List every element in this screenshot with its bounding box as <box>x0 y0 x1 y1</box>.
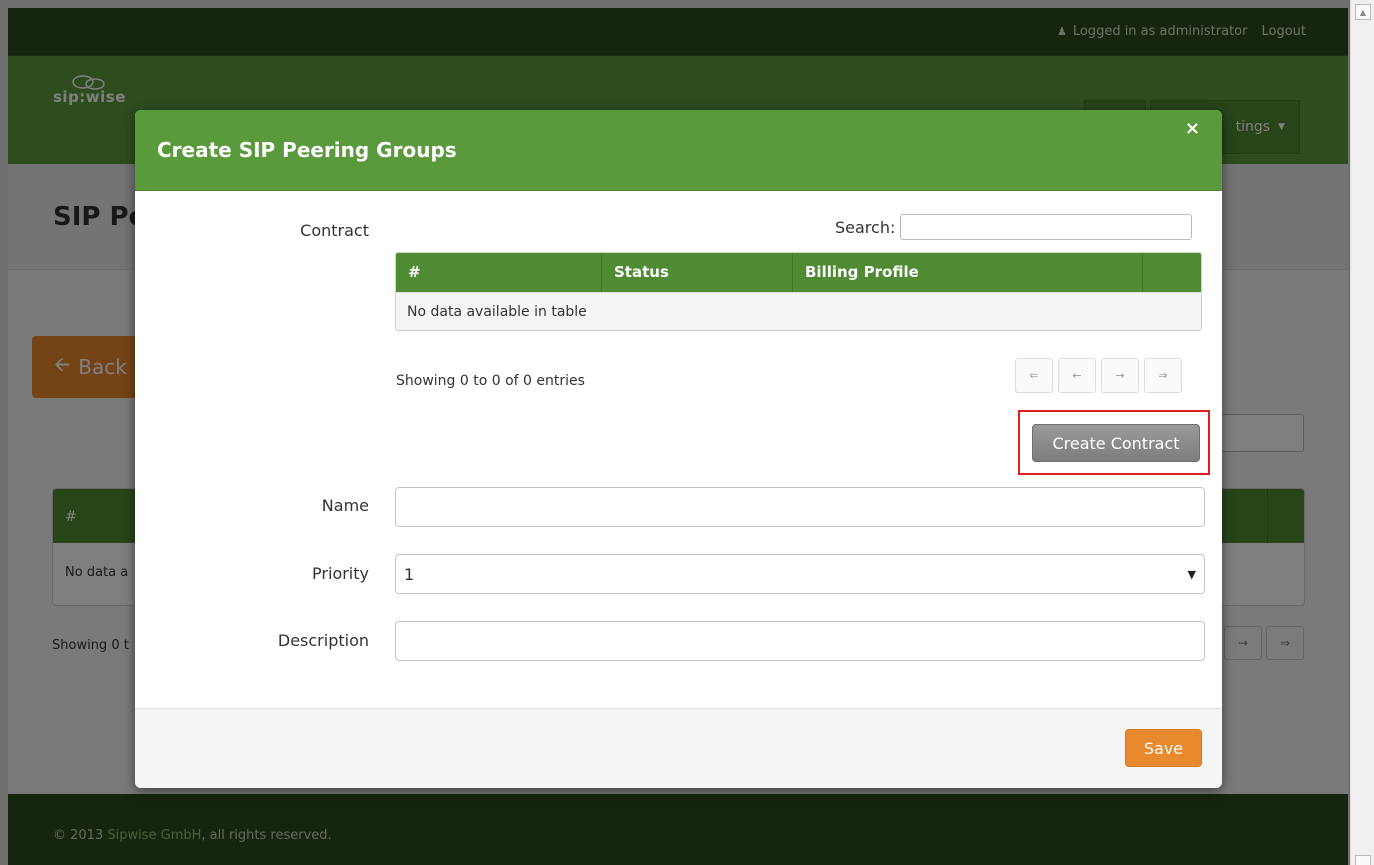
search-label: Search: <box>835 217 896 237</box>
priority-label: Priority <box>312 564 369 583</box>
column-actions <box>1143 253 1201 292</box>
name-field[interactable] <box>395 487 1205 527</box>
column-hash[interactable]: # <box>396 253 602 292</box>
contract-label: Contract <box>300 221 369 240</box>
table-empty-row: No data available in table <box>396 292 1201 330</box>
vertical-scrollbar[interactable]: ▲ <box>1350 0 1374 865</box>
caret-down-icon: ▼ <box>1187 567 1196 581</box>
search-input[interactable] <box>900 214 1193 240</box>
save-button[interactable]: Save <box>1125 729 1202 767</box>
close-icon[interactable]: × <box>1185 118 1200 139</box>
showing-entries-text: Showing 0 to 0 of 0 entries <box>396 373 585 389</box>
scroll-up-icon[interactable]: ▲ <box>1355 4 1371 20</box>
contract-table-header: # Status Billing Profile <box>396 253 1201 292</box>
priority-value: 1 <box>404 564 415 584</box>
create-contract-button[interactable]: Create Contract <box>1032 424 1200 462</box>
pager-last-button[interactable]: ⇒ <box>1144 358 1182 393</box>
modal-footer: Save <box>135 708 1222 788</box>
description-label: Description <box>277 631 369 650</box>
priority-select[interactable]: 1 ▼ <box>395 554 1205 594</box>
pager-next-button[interactable]: → <box>1101 358 1139 393</box>
contract-pager: ⇐ ← → ⇒ <box>1015 358 1182 393</box>
modal-title: Create SIP Peering Groups <box>157 138 457 162</box>
name-label: Name <box>321 496 369 515</box>
contract-table: # Status Billing Profile No data availab… <box>395 252 1202 331</box>
scroll-down-icon[interactable] <box>1355 855 1371 865</box>
description-field[interactable] <box>395 621 1205 661</box>
pager-first-button[interactable]: ⇐ <box>1015 358 1053 393</box>
contract-search: Search: <box>835 214 1193 240</box>
modal-body: Contract Search: # Status Billing Profil… <box>135 191 1222 708</box>
column-status[interactable]: Status <box>602 253 793 292</box>
modal-header: Create SIP Peering Groups × <box>135 110 1222 191</box>
pager-prev-button[interactable]: ← <box>1058 358 1096 393</box>
create-peering-group-modal: Create SIP Peering Groups × Contract Sea… <box>135 110 1222 788</box>
column-billing-profile[interactable]: Billing Profile <box>793 253 1143 292</box>
